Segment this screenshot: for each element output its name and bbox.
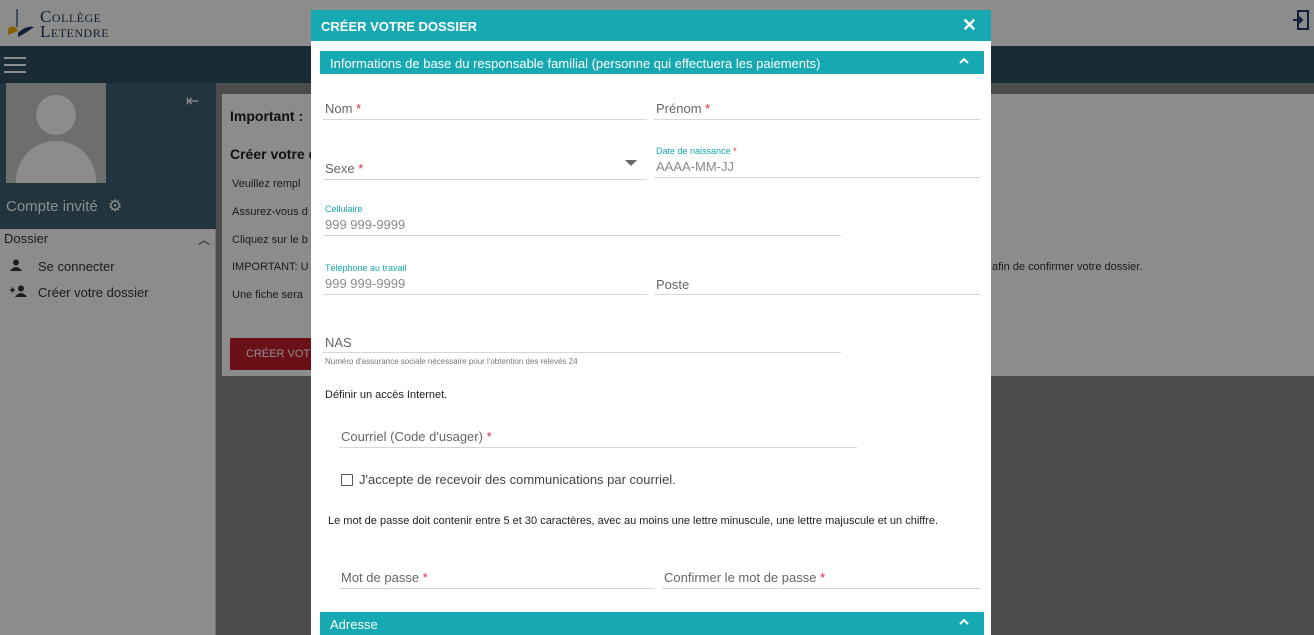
required-mark: *	[733, 146, 737, 156]
section-basic-info[interactable]: Informations de base du responsable fami…	[320, 51, 984, 74]
dropdown-arrow-icon	[625, 160, 637, 166]
poste-label: Poste	[656, 277, 690, 292]
cellulaire-label: Cellulaire	[325, 204, 363, 214]
nom-field[interactable]: Nom *	[323, 98, 647, 120]
nom-label: Nom	[325, 101, 353, 116]
confirm-password-label: Confirmer le mot de passe	[664, 570, 817, 585]
date-naissance-label: Date de naissance	[656, 146, 731, 156]
password-rules-note: Le mot de passe doit contenir entre 5 et…	[328, 515, 939, 527]
section-address[interactable]: Adresse	[320, 612, 984, 635]
prenom-field[interactable]: Prénom *	[654, 98, 980, 120]
create-dossier-modal: CRÉER VOTRE DOSSIER ✕ Informations de ba…	[311, 10, 991, 635]
internet-access-heading: Définir un accès Internet.	[325, 389, 448, 401]
prenom-label: Prénom	[656, 101, 702, 116]
chevron-up-icon	[959, 57, 969, 64]
telephone-travail-field[interactable]: Téléphone au travail 999 999-9999	[323, 263, 647, 295]
required-mark: *	[356, 101, 362, 116]
nas-field[interactable]: NAS	[323, 332, 841, 353]
consent-label[interactable]: J'accepte de recevoir des communications…	[359, 472, 676, 487]
modal-header: CRÉER VOTRE DOSSIER ✕	[311, 10, 991, 41]
telephone-travail-label: Téléphone au travail	[325, 263, 407, 273]
date-naissance-field[interactable]: Date de naissance * AAAA-MM-JJ	[654, 146, 980, 178]
confirm-password-field[interactable]: Confirmer le mot de passe *	[662, 567, 980, 589]
courriel-label: Courriel (Code d'usager)	[341, 429, 483, 444]
cellulaire-field[interactable]: Cellulaire 999 999-9999	[323, 204, 841, 236]
section-title: Informations de base du responsable fami…	[330, 56, 821, 71]
telephone-travail-placeholder: 999 999-9999	[325, 276, 406, 291]
password-field[interactable]: Mot de passe *	[339, 567, 655, 589]
modal-title: CRÉER VOTRE DOSSIER	[321, 19, 478, 34]
poste-field[interactable]: Poste	[654, 274, 980, 295]
required-mark: *	[705, 101, 711, 116]
nas-helper-text: Numéro d'assurance sociale nécessaire po…	[325, 357, 578, 366]
required-mark: *	[486, 429, 492, 444]
cellulaire-placeholder: 999 999-9999	[325, 217, 406, 232]
consent-checkbox[interactable]	[341, 474, 353, 486]
sexe-select[interactable]: Sexe *	[323, 150, 647, 180]
close-icon[interactable]: ✕	[962, 16, 977, 34]
nas-label: NAS	[325, 335, 352, 350]
courriel-field[interactable]: Courriel (Code d'usager) *	[339, 426, 857, 448]
required-mark: *	[358, 161, 364, 176]
password-label: Mot de passe	[341, 570, 420, 585]
date-naissance-placeholder: AAAA-MM-JJ	[656, 159, 734, 174]
sexe-label: Sexe	[325, 161, 355, 176]
required-mark: *	[820, 570, 826, 585]
required-mark: *	[422, 570, 428, 585]
section-title: Adresse	[330, 617, 378, 632]
chevron-up-icon	[959, 618, 969, 625]
